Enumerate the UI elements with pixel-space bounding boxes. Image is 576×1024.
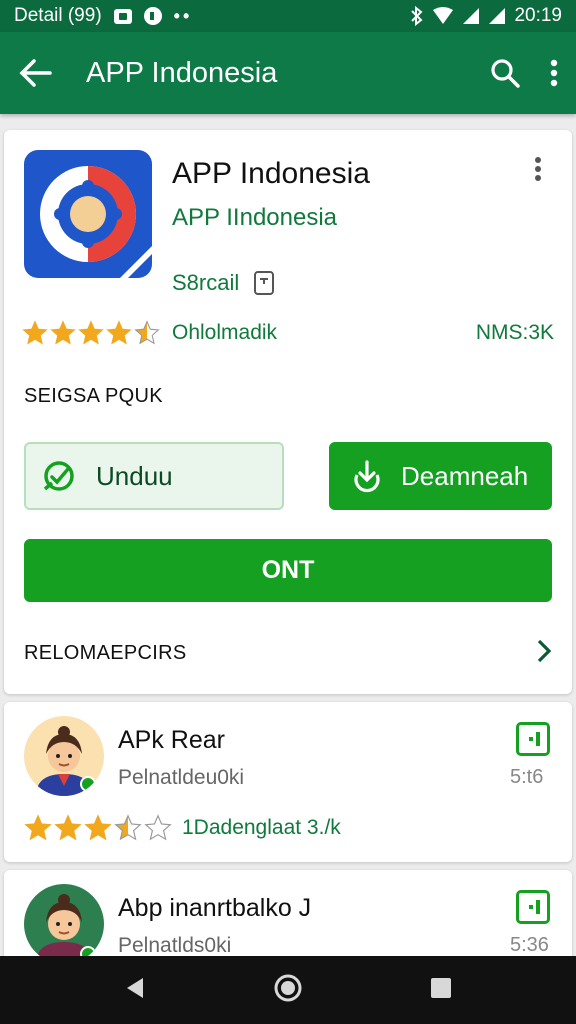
recommendations-row[interactable]: RELOMAEPCIRS (24, 638, 552, 669)
app-size-text: S8rcail (172, 270, 240, 295)
back-arrow-icon[interactable] (18, 58, 52, 88)
star-icon (24, 814, 52, 841)
app-more-icon[interactable] (534, 156, 542, 187)
star-rating (24, 814, 172, 842)
app-name: APP Indonesia (172, 157, 370, 190)
more-vert-icon[interactable] (550, 59, 558, 87)
app-icon (143, 7, 162, 25)
app-detail-card: APP Indonesia APP IIndonesia S8rcail Ohl… (4, 130, 572, 694)
item-rating-row: 1Dadenglaat 3./k (24, 814, 341, 842)
star-icon (106, 320, 132, 345)
search-icon[interactable] (490, 58, 520, 88)
nav-back-icon[interactable] (123, 976, 147, 1005)
app-size: S8rcail (172, 270, 275, 296)
app-bar: APP Indonesia (0, 32, 576, 114)
star-icon (50, 320, 76, 345)
signal-icon (489, 8, 506, 24)
chevron-right-icon (536, 638, 552, 669)
star-icon (78, 320, 104, 345)
list-item[interactable]: APk Rear Pelnatldeu0ki 5:t6 1Dadenglaat … (4, 702, 572, 862)
item-time: 5:36 (510, 934, 549, 956)
app-logo-icon (24, 150, 152, 278)
app-developer-link[interactable]: APP IIndonesia (172, 204, 337, 232)
check-circle-icon (43, 461, 74, 491)
download-button[interactable]: Deamneah (329, 442, 552, 510)
item-title: APk Rear (118, 726, 225, 754)
star-icon (134, 320, 160, 345)
open-button-label: ONT (261, 556, 315, 584)
section-label: SEIGSA PQUK (24, 385, 163, 407)
star-icon (22, 320, 48, 345)
app-rating-row: Ohlolmadik NMS:3K (22, 320, 554, 346)
star-icon (54, 814, 82, 841)
more-dots-icon: •• (173, 5, 193, 26)
download-button-label: Deamneah (401, 460, 529, 491)
nav-home-icon[interactable] (273, 973, 303, 1008)
notification-icon (113, 8, 132, 24)
status-left-text: Detail (99) (14, 5, 102, 26)
star-icon (84, 814, 112, 841)
item-subtitle: Pelnatldeu0ki (118, 766, 245, 789)
bluetooth-icon (411, 6, 423, 26)
item-time: 5:t6 (510, 766, 544, 788)
status-bar: Detail (99) •• 20:19 (0, 0, 576, 32)
avatar (24, 716, 104, 796)
avatar (24, 884, 104, 964)
install-badge-icon[interactable] (516, 890, 550, 924)
unduh-button-label: Unduu (96, 460, 173, 491)
download-icon (354, 460, 380, 493)
wifi-icon (433, 7, 454, 24)
item-subtitle: Pelnatlds0ki (118, 934, 232, 957)
star-rating (22, 320, 160, 346)
install-badge-icon[interactable] (516, 722, 550, 756)
status-time: 20:19 (514, 5, 562, 26)
star-icon (114, 814, 142, 841)
item-title: Abp inanrtbalko J (118, 894, 312, 922)
app-bar-title: APP Indonesia (86, 56, 278, 89)
file-size-icon (254, 271, 275, 295)
nav-recents-icon[interactable] (429, 976, 453, 1005)
recommendations-label: RELOMAEPCIRS (24, 642, 187, 664)
unduh-button[interactable]: Unduu (24, 442, 284, 510)
open-button[interactable]: ONT (24, 539, 552, 602)
rating-count: NMS:3K (475, 321, 554, 344)
star-icon (144, 814, 172, 841)
item-rating-label: 1Dadenglaat 3./k (182, 816, 341, 839)
list-item[interactable]: Abp inanrtbalko J Pelnatlds0ki 5:36 (4, 870, 572, 964)
navigation-bar (0, 956, 576, 1024)
rating-label: Ohlolmadik (172, 321, 278, 344)
signal-icon (463, 8, 480, 24)
